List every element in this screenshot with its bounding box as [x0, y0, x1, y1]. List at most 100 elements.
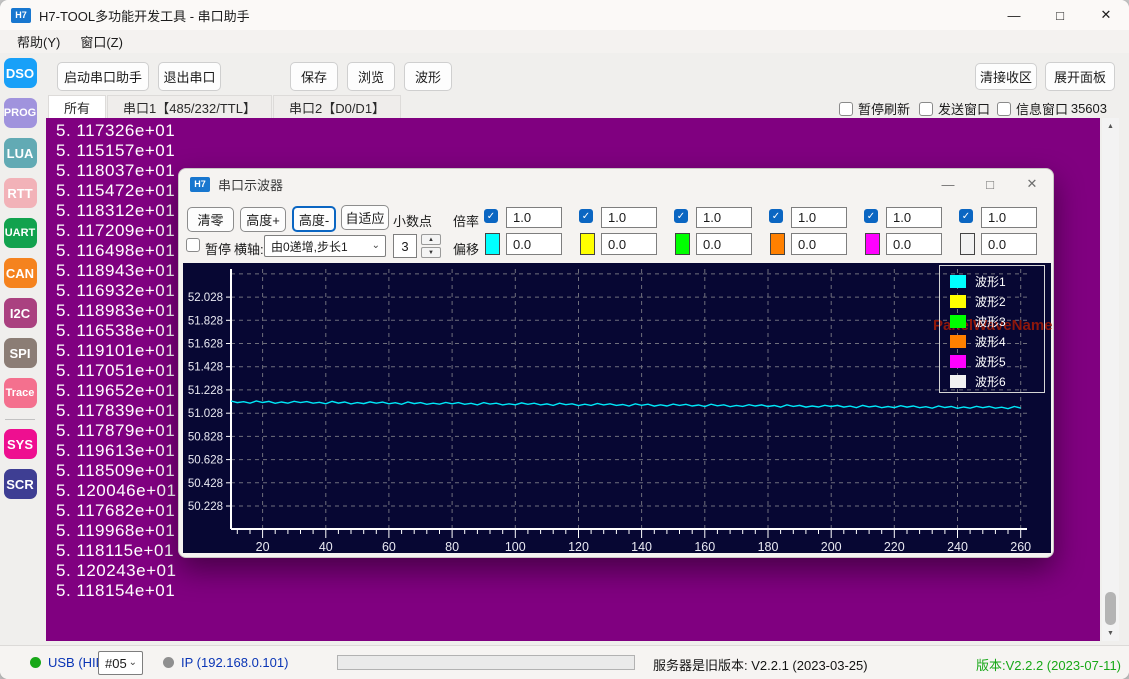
channel-rate-input[interactable]	[506, 207, 562, 228]
device-number-select[interactable]: #05 ⌄	[98, 651, 143, 675]
scope-autofit-button[interactable]: 自适应	[341, 205, 389, 230]
scope-height-plus-button[interactable]: 高度+	[240, 207, 286, 232]
channel-rate-input[interactable]	[886, 207, 942, 228]
legend-label: 波形4	[975, 334, 1006, 349]
tab-0[interactable]: 所有	[48, 95, 107, 118]
sidebar-item-uart[interactable]: UART	[3, 218, 37, 248]
svg-text:100: 100	[505, 540, 526, 553]
menu-window[interactable]: 窗口(Z)	[71, 30, 132, 53]
channel-rate-input[interactable]	[696, 207, 752, 228]
channel-offset-input[interactable]	[601, 233, 657, 255]
svg-text:51.028: 51.028	[188, 408, 223, 420]
legend-item: 波形3	[940, 311, 1044, 331]
svg-text:20: 20	[256, 540, 270, 553]
xaxis-mode-value: 由0递增,步长1	[271, 239, 348, 254]
maximize-button[interactable]: □	[1037, 0, 1083, 30]
channel-offset-input[interactable]	[886, 233, 942, 255]
ip-status-label[interactable]: IP (192.168.0.101)	[181, 655, 288, 670]
sidebar-item-can[interactable]: CAN	[3, 258, 37, 288]
channel-enable-checkbox[interactable]: ✓	[674, 209, 688, 223]
save-button[interactable]: 保存	[290, 62, 338, 91]
waveform-button[interactable]: 波形	[404, 62, 452, 91]
channel-enable-checkbox[interactable]: ✓	[959, 209, 973, 223]
channel-color-swatch[interactable]	[485, 233, 500, 255]
channel-enable-checkbox[interactable]: ✓	[484, 209, 498, 223]
sidebar-item-rtt[interactable]: RTT	[3, 178, 37, 208]
svg-text:80: 80	[445, 540, 459, 553]
stepper-down-icon[interactable]: ▼	[421, 247, 441, 258]
scope-zero-button[interactable]: 清零	[187, 207, 234, 232]
scrollbar-thumb[interactable]	[1105, 592, 1116, 625]
tab-1[interactable]: 串口1【485/232/TTL】	[107, 95, 272, 118]
launch-serial-assistant-button[interactable]: 启动串口助手	[57, 62, 149, 91]
channel-group-3: ✓	[674, 205, 754, 257]
window-controls: — □ ✕	[991, 0, 1129, 30]
channel-offset-input[interactable]	[506, 233, 562, 255]
legend-item: 波形6	[940, 371, 1044, 391]
channel-color-swatch[interactable]	[960, 233, 975, 255]
scope-close-button[interactable]: ✕	[1011, 169, 1053, 199]
channel-enable-checkbox[interactable]: ✓	[864, 209, 878, 223]
sidebar-item-trace[interactable]: Trace	[3, 378, 37, 408]
svg-text:160: 160	[694, 540, 715, 553]
scope-maximize-button[interactable]: □	[969, 169, 1011, 199]
svg-text:220: 220	[884, 540, 905, 553]
decimal-value-input[interactable]: 3	[393, 234, 417, 258]
checkbox[interactable]	[919, 101, 933, 116]
ip-status-icon	[163, 657, 174, 668]
channel-color-swatch[interactable]	[580, 233, 595, 255]
sidebar-item-prog[interactable]: PROG	[3, 98, 37, 128]
svg-text:50.428: 50.428	[188, 478, 223, 490]
channel-color-swatch[interactable]	[865, 233, 880, 255]
receive-count: 35603	[1070, 101, 1107, 116]
checkbox[interactable]	[997, 101, 1011, 116]
channel-color-swatch[interactable]	[675, 233, 690, 255]
close-button[interactable]: ✕	[1083, 0, 1129, 30]
vertical-scrollbar[interactable]: ▲ ▼	[1102, 118, 1119, 641]
stepper-up-icon[interactable]: ▲	[421, 234, 441, 245]
sidebar-item-sys[interactable]: SYS	[3, 429, 37, 459]
xaxis-mode-select[interactable]: 由0递增,步长1 ⌄	[264, 235, 386, 257]
legend-label: 波形3	[975, 314, 1006, 329]
legend-label: 波形5	[975, 354, 1006, 369]
legend-swatch	[950, 374, 966, 388]
svg-text:50.828: 50.828	[188, 431, 223, 443]
channel-rate-input[interactable]	[981, 207, 1037, 228]
exit-serial-button[interactable]: 退出串口	[158, 62, 221, 91]
decimal-stepper: ▲ ▼	[421, 234, 441, 258]
sidebar-divider	[5, 419, 35, 420]
tab-2[interactable]: 串口2【D0/D1】	[272, 95, 402, 118]
checkbox[interactable]	[839, 101, 853, 116]
clear-receive-button[interactable]: 清接收区	[975, 63, 1037, 90]
sidebar-item-spi[interactable]: SPI	[3, 338, 37, 368]
channel-color-swatch[interactable]	[770, 233, 785, 255]
scroll-up-icon[interactable]: ▲	[1102, 118, 1119, 134]
channel-group-1: ✓	[484, 205, 564, 257]
main-window: H7 H7-TOOL多功能开发工具 - 串口助手 — □ ✕ 帮助(Y) 窗口(…	[0, 0, 1129, 679]
scope-minimize-button[interactable]: —	[927, 169, 969, 199]
scroll-down-icon[interactable]: ▼	[1102, 625, 1119, 641]
svg-text:120: 120	[568, 540, 589, 553]
sidebar-item-i2c[interactable]: I2C	[3, 298, 37, 328]
browse-button[interactable]: 浏览	[347, 62, 395, 91]
scope-plot-area: 52.028 51.828 51.628 51.428 51.228 51.028 50.8…	[183, 263, 1051, 556]
menu-help[interactable]: 帮助(Y)	[8, 30, 69, 53]
channel-offset-input[interactable]	[981, 233, 1037, 255]
scope-height-minus-button[interactable]: 高度-	[292, 206, 336, 232]
minimize-button[interactable]: —	[991, 0, 1037, 30]
scope-pause-checkbox[interactable]	[186, 238, 200, 252]
expand-panel-button[interactable]: 展开面板	[1045, 62, 1115, 91]
channel-enable-checkbox[interactable]: ✓	[769, 209, 783, 223]
legend-label: 波形6	[975, 374, 1006, 389]
channel-group-2: ✓	[579, 205, 659, 257]
sidebar-item-lua[interactable]: LUA	[3, 138, 37, 168]
channel-enable-checkbox[interactable]: ✓	[579, 209, 593, 223]
channel-offset-input[interactable]	[791, 233, 847, 255]
sidebar-item-dso[interactable]: DSO	[3, 58, 37, 88]
scope-titlebar[interactable]: H7 串口示波器 — □ ✕	[179, 169, 1053, 199]
sidebar-item-scr[interactable]: SCR	[3, 469, 37, 499]
channel-rate-input[interactable]	[791, 207, 847, 228]
top-checkbox-group-2: 信息窗口	[997, 99, 1068, 118]
channel-rate-input[interactable]	[601, 207, 657, 228]
channel-offset-input[interactable]	[696, 233, 752, 255]
